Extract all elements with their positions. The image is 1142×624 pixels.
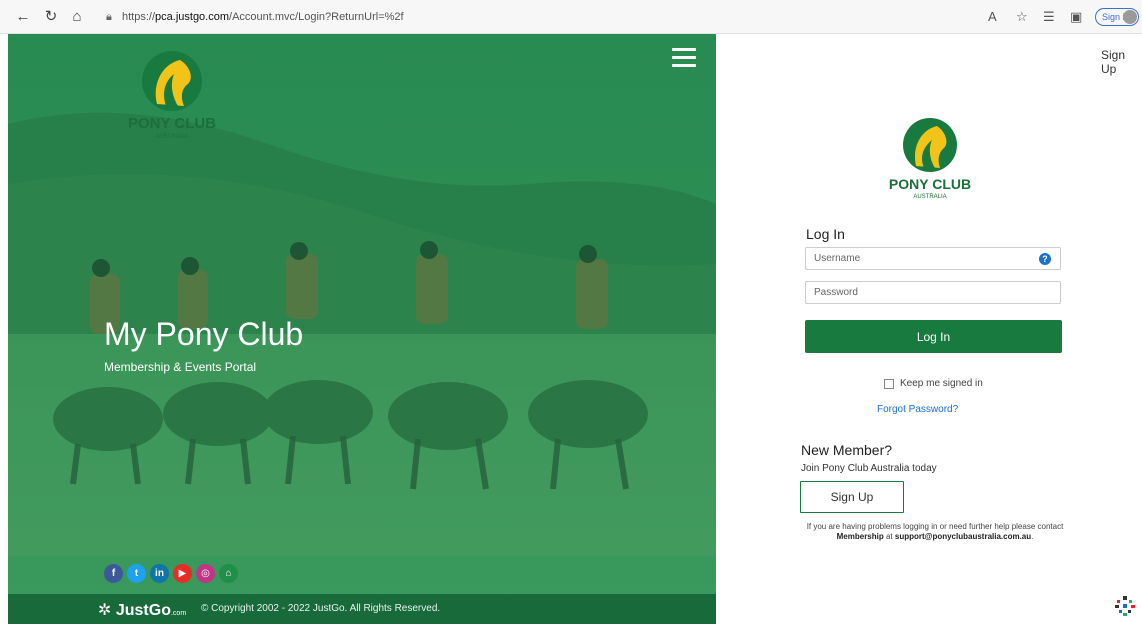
lock-icon: 🔒︎ xyxy=(106,11,112,23)
menu-icon[interactable] xyxy=(672,48,696,67)
browser-toolbar: ← ↻ ⌂ 🔒︎ https://pca.justgo.com/Account.… xyxy=(0,0,1142,34)
url-path: /Account.mvc/Login?ReturnUrl=%2f xyxy=(229,11,404,23)
login-pony-club-logo: PONY CLUB AUSTRALIA xyxy=(889,118,971,200)
membership-link[interactable]: Membership xyxy=(837,532,884,541)
login-logo-subtext: AUSTRALIA xyxy=(913,194,946,200)
login-logo-text: PONY CLUB xyxy=(889,176,971,192)
home-icon[interactable]: ⌂ xyxy=(219,564,238,583)
help-text-post: . xyxy=(1031,532,1034,541)
signup-button[interactable]: Sign Up xyxy=(800,481,904,513)
social-links: f t in ▶ ◎ ⌂ xyxy=(104,564,238,583)
twitter-icon[interactable]: t xyxy=(127,564,146,583)
hero-logo-text: PONY CLUB xyxy=(128,115,216,132)
top-signup-link[interactable]: Sign Up xyxy=(1101,48,1142,76)
favorites-icon[interactable]: ☰ xyxy=(1043,9,1055,25)
justgo-corner-icon xyxy=(1115,596,1135,616)
help-text-pre: If you are having problems logging in or… xyxy=(806,522,1064,531)
keep-signed-in-label: Keep me signed in xyxy=(900,378,983,389)
read-aloud-icon[interactable]: A xyxy=(988,9,997,24)
password-input[interactable] xyxy=(806,282,1060,303)
collections-icon[interactable]: ▣ xyxy=(1070,9,1082,25)
username-field[interactable]: ? xyxy=(805,247,1061,270)
join-text: Join Pony Club Australia today xyxy=(801,463,937,474)
hero-logo-subtext: AUSTRALIA xyxy=(155,134,188,140)
address-bar[interactable]: 🔒︎ https://pca.justgo.com/Account.mvc/Lo… xyxy=(100,7,930,27)
favorite-add-icon[interactable]: ☆ xyxy=(1016,9,1028,25)
avatar xyxy=(1123,10,1137,24)
linkedin-icon[interactable]: in xyxy=(150,564,169,583)
question-icon[interactable]: ? xyxy=(1039,253,1051,265)
keep-signed-in-checkbox[interactable] xyxy=(884,378,894,389)
help-text-mid: at xyxy=(883,532,895,541)
pony-club-logo: PONY CLUB AUSTRALIA xyxy=(128,51,216,140)
youtube-icon[interactable]: ▶ xyxy=(173,564,192,583)
password-field[interactable] xyxy=(805,281,1061,304)
login-button[interactable]: Log In xyxy=(805,320,1062,353)
forgot-password-link[interactable]: Forgot Password? xyxy=(877,404,958,415)
help-text: If you are having problems logging in or… xyxy=(800,522,1070,542)
new-member-heading: New Member? xyxy=(801,442,893,458)
url-prefix: https:// xyxy=(122,11,156,23)
hero-subtitle: Membership & Events Portal xyxy=(104,360,257,374)
browser-signin-button[interactable]: Sign in xyxy=(1095,8,1139,26)
justgo-mark-icon: ✲ xyxy=(98,602,116,619)
keep-signed-in[interactable]: Keep me signed in xyxy=(884,378,983,389)
hero-title: My Pony Club xyxy=(104,316,304,352)
justgo-brand-suffix: .com xyxy=(170,610,187,617)
home-icon[interactable]: ⌂ xyxy=(68,8,86,26)
hero-panel: PONY CLUB AUSTRALIA My Pony Club Members… xyxy=(8,34,716,624)
copyright: © Copyright 2002 - 2022 JustGo. All Righ… xyxy=(201,603,441,614)
footer: ✲ JustGo.com © Copyright 2002 - 2022 Jus… xyxy=(8,594,716,624)
facebook-icon[interactable]: f xyxy=(104,564,123,583)
login-heading: Log In xyxy=(806,226,845,242)
username-input[interactable] xyxy=(806,248,1060,269)
instagram-icon[interactable]: ◎ xyxy=(196,564,215,583)
url-host: pca.justgo.com xyxy=(155,11,230,23)
refresh-icon[interactable]: ↻ xyxy=(42,8,60,26)
back-icon[interactable]: ← xyxy=(14,8,32,26)
justgo-brand: JustGo xyxy=(115,602,171,619)
justgo-logo: ✲ JustGo.com xyxy=(98,600,186,620)
support-email-link[interactable]: support@ponyclubaustralia.com.au xyxy=(895,532,1031,541)
